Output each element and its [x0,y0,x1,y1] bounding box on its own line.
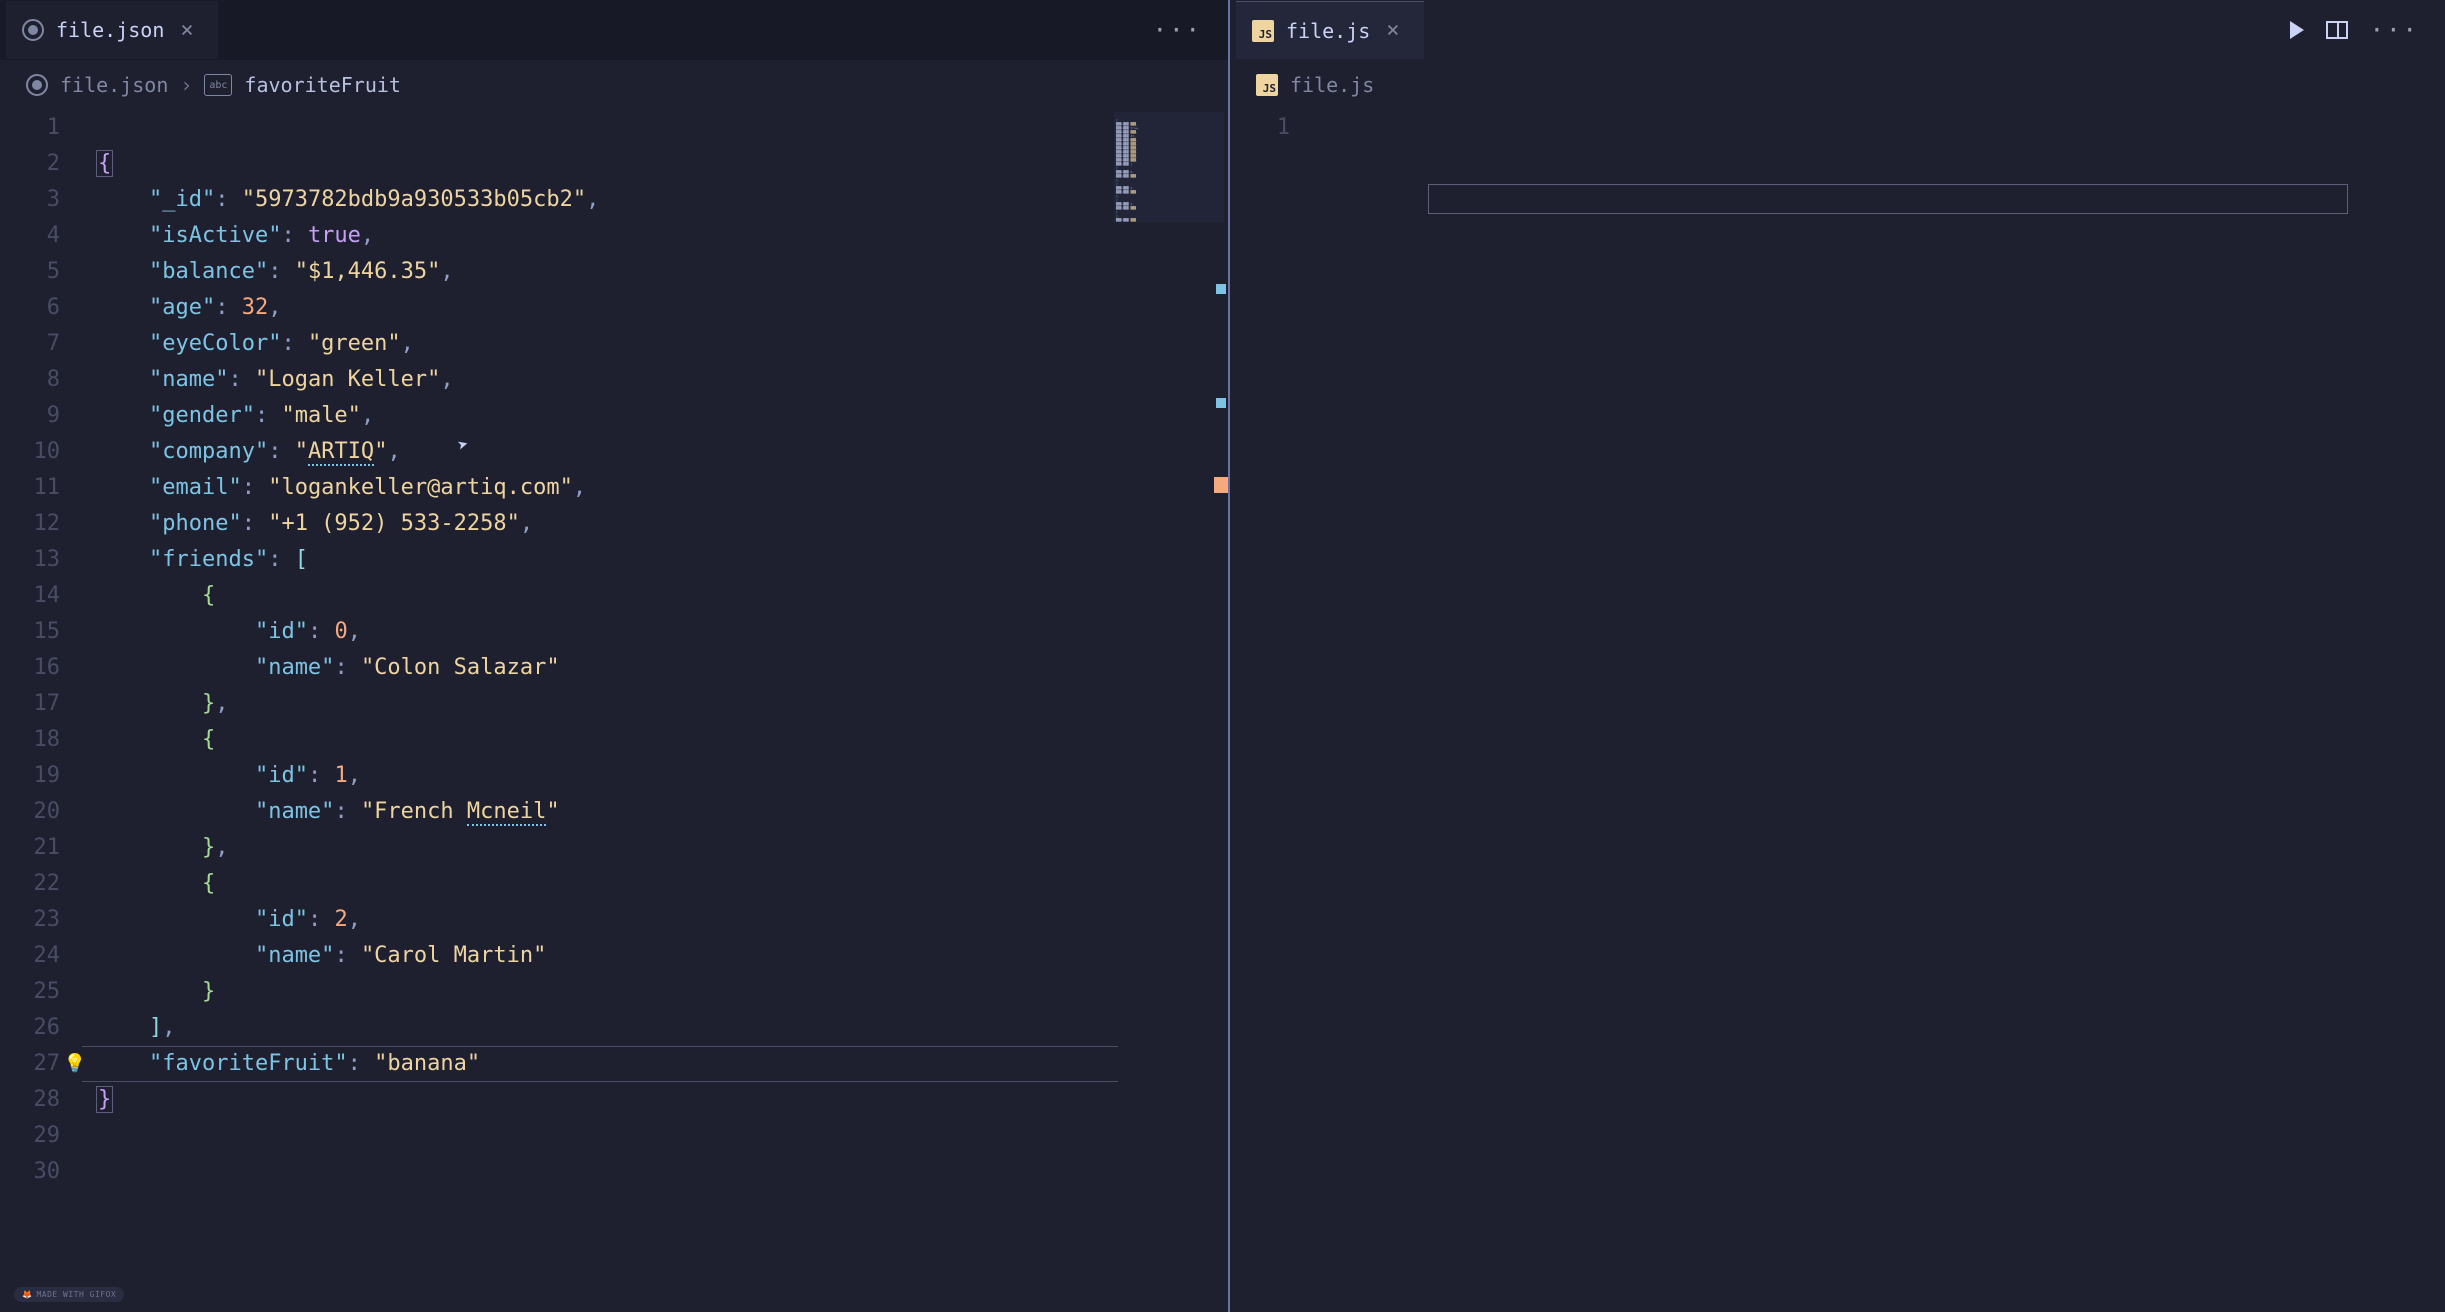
editor-pane-right: JS file.js × ··· JS file.js 1 [1228,0,2445,1312]
run-icon[interactable] [2290,21,2304,39]
close-icon[interactable]: × [1382,18,1403,43]
tab-label: file.js [1286,19,1370,43]
watermark-text: MADE WITH GIFOX [36,1290,116,1299]
code-content[interactable] [1326,110,2445,1312]
overview-ruler[interactable] [1206,110,1228,1312]
crumb-file[interactable]: file.js [1290,73,1374,97]
breadcrumb-right[interactable]: JS file.js [1230,60,2445,110]
close-icon[interactable]: × [176,18,197,43]
more-icon[interactable]: ··· [2370,16,2419,44]
code-editor-left[interactable]: 1234567891011121314151617181920212223242… [0,110,1228,1312]
line-gutter: 1234567891011121314151617181920212223242… [0,110,96,1312]
more-icon[interactable]: ··· [1153,16,1202,44]
code-editor-right[interactable]: 1 [1230,110,2445,1312]
cursor-line-highlight [1428,184,2348,214]
code-content[interactable]: { "_id": "5973782bdb9a930533b05cb2", "is… [96,110,1228,1312]
chevron-right-icon: › [180,73,192,97]
crumb-symbol[interactable]: favoriteFruit [244,73,401,97]
json-icon [26,74,48,96]
js-icon: JS [1252,20,1274,42]
tab-file-json[interactable]: file.json × [6,1,218,59]
js-icon: JS [1256,74,1278,96]
watermark-badge: 🦊MADE WITH GIFOX [14,1287,124,1302]
json-icon [22,19,44,41]
line-gutter: 1 [1230,110,1326,1312]
editor-pane-left: file.json × ··· file.json › abc favorite… [0,0,1228,1312]
tab-bar-right: JS file.js × ··· [1230,0,2445,60]
symbol-string-icon: abc [204,74,232,96]
tab-label: file.json [56,18,164,42]
tab-bar-left: file.json × ··· [0,0,1228,60]
split-editor-icon[interactable] [2326,21,2348,39]
tab-file-js[interactable]: JS file.js × [1236,1,1424,59]
crumb-file[interactable]: file.json [60,73,168,97]
breadcrumb-left[interactable]: file.json › abc favoriteFruit [0,60,1228,110]
